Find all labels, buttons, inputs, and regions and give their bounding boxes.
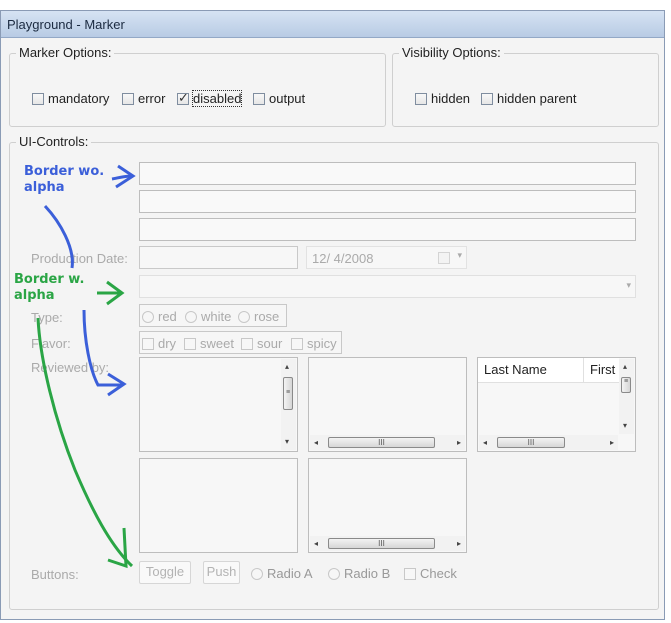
annotation-border-with-alpha: Border w. alpha xyxy=(14,272,84,304)
annotation-with-alpha-line2: alpha xyxy=(14,288,55,303)
blue-connector-line xyxy=(43,204,74,269)
green-arrow-bottom-line xyxy=(36,317,134,568)
annotation-border-without-alpha: Border wo. alpha xyxy=(24,164,104,196)
annotation-without-alpha-line2: alpha xyxy=(24,180,65,195)
annotation-arrows xyxy=(36,164,136,569)
annotation-with-alpha-line1: Border w. xyxy=(14,272,85,287)
annotation-without-alpha-line1: Border wo. xyxy=(24,164,105,179)
blue-arrow-bottom-line xyxy=(82,309,122,387)
